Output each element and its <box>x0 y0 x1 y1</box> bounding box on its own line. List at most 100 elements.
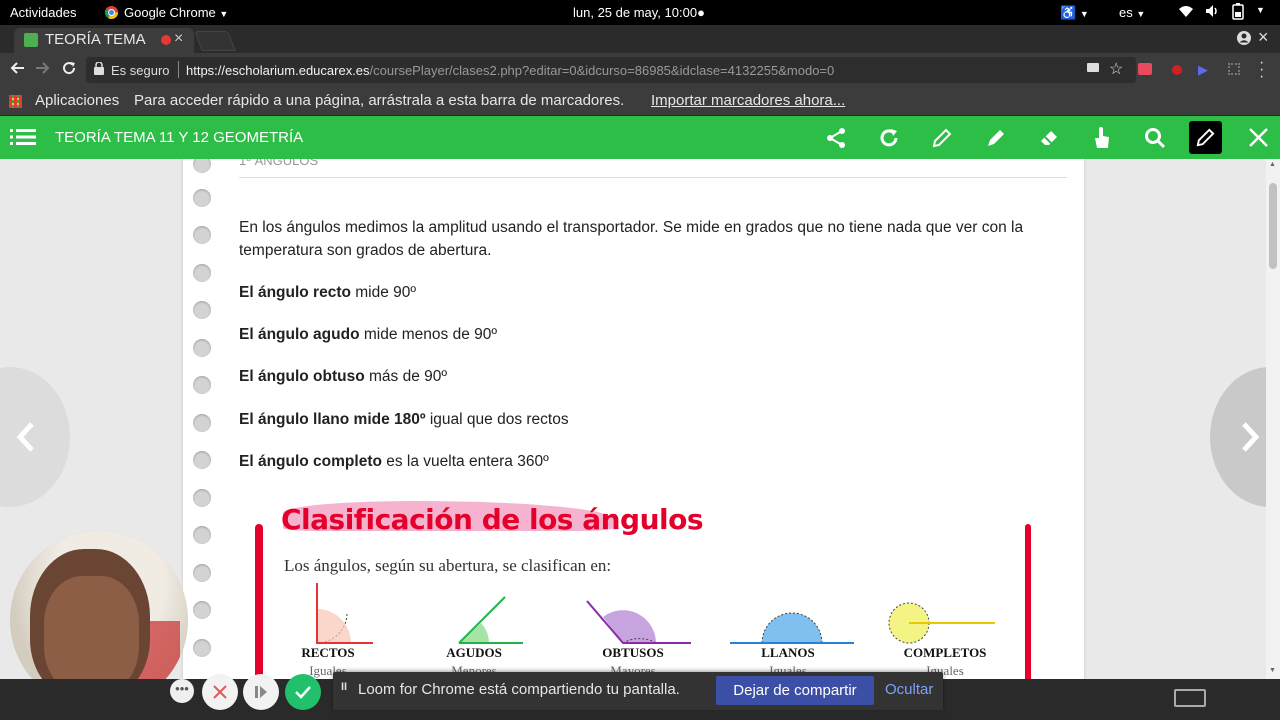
right-angle-drawing <box>316 583 373 644</box>
draw-mode-button[interactable] <box>1189 121 1222 154</box>
chrome-icon <box>104 5 119 23</box>
definition-term: El ángulo llano mide 180º <box>239 411 426 428</box>
apps-grid-icon <box>9 95 22 108</box>
tab-active[interactable]: TEORÍA TEMA × <box>14 28 194 53</box>
language-menu[interactable]: es ▼ <box>1119 5 1145 20</box>
chevron-right-icon <box>1242 422 1260 452</box>
definition-text: igual que dos rectos <box>425 411 569 428</box>
new-tab-button[interactable] <box>194 31 236 51</box>
definition-acute-angle: El ángulo agudo mide menos de 90º <box>239 323 497 346</box>
next-page-button[interactable] <box>1210 367 1266 507</box>
notebook-hole <box>193 451 211 469</box>
clock-text: lun, 25 de may, 10:00 <box>573 5 698 20</box>
camera-icon[interactable] <box>1087 63 1099 72</box>
eraser-icon[interactable] <box>1038 127 1060 154</box>
loom-extension-icon[interactable] <box>1138 63 1152 75</box>
url-path: /coursePlayer/clases2.php?editar=0&idcur… <box>369 63 835 78</box>
system-menu-chevron-icon[interactable]: ▼ <box>1256 5 1265 15</box>
definition-term: El ángulo obtuso <box>239 368 365 385</box>
bookmark-star-icon[interactable]: ☆ <box>1109 59 1123 79</box>
definition-obtuse-angle: El ángulo obtuso más de 90º <box>239 365 447 388</box>
vertical-scrollbar[interactable]: ▲ ▼ <box>1266 159 1280 679</box>
scroll-up-icon[interactable]: ▲ <box>1269 161 1276 168</box>
share-message: Loom for Chrome está compartiendo tu pan… <box>358 681 680 698</box>
cast-extension-icon[interactable]: ▶ <box>1198 62 1208 78</box>
window-close-icon[interactable]: × <box>1258 27 1269 48</box>
label-completos: COMPLETOS <box>903 645 987 660</box>
notebook-hole <box>193 489 211 507</box>
tab-title: TEORÍA TEMA <box>45 31 146 48</box>
import-bookmarks-link[interactable]: Importar marcadores ahora... <box>651 92 845 109</box>
scroll-down-icon[interactable]: ▼ <box>1269 667 1276 674</box>
definition-term: El ángulo agudo <box>239 326 360 343</box>
notebook-hole <box>193 159 211 173</box>
webcam-face <box>44 576 139 679</box>
record-extension-icon[interactable] <box>1172 65 1182 75</box>
lock-icon <box>94 61 104 78</box>
activities-button[interactable]: Actividades <box>10 5 76 20</box>
url-host: https://escholarium.educarex.es <box>186 63 370 78</box>
pause-recording-button[interactable] <box>243 674 279 710</box>
close-icon[interactable] <box>1248 127 1269 153</box>
chevron-left-icon <box>16 422 34 452</box>
marker-icon[interactable] <box>985 127 1007 154</box>
share-icon[interactable] <box>825 127 847 154</box>
back-icon[interactable] <box>9 60 25 81</box>
profile-icon[interactable] <box>1236 30 1252 51</box>
straight-angle-drawing <box>730 612 854 644</box>
app-header: TEORÍA TEMA 11 Y 12 GEOMETRÍA <box>0 116 1280 159</box>
definition-text: es la vuelta entera 360º <box>381 453 549 470</box>
left-red-border <box>255 524 263 679</box>
menu-list-icon[interactable] <box>10 128 36 151</box>
system-top-bar: Actividades Google Chrome ▼ lun, 25 de m… <box>0 0 1280 25</box>
grid-extension-icon[interactable] <box>1228 63 1240 75</box>
recording-dot-icon <box>161 35 171 45</box>
scrollbar-thumb[interactable] <box>1269 183 1277 269</box>
more-options-icon[interactable]: ••• <box>170 679 194 703</box>
forward-icon[interactable] <box>35 60 51 81</box>
notebook-hole <box>193 414 211 432</box>
workspace-switcher-icon[interactable] <box>1174 689 1206 707</box>
cancel-recording-button[interactable] <box>202 674 238 710</box>
previous-page-button[interactable] <box>0 367 70 507</box>
secure-label: Es seguro <box>111 63 170 78</box>
definition-full-angle: El ángulo completo es la vuelta entera 3… <box>239 450 549 473</box>
notebook-hole <box>193 601 211 619</box>
notebook-page: 1º ÁNGULOS En los ángulos medimos la amp… <box>183 159 1084 679</box>
refresh-icon[interactable] <box>878 127 900 154</box>
apps-link[interactable]: Aplicaciones <box>35 92 119 109</box>
wifi-icon[interactable] <box>1178 3 1194 22</box>
url-text: https://escholarium.educarex.es/coursePl… <box>186 63 834 78</box>
heading-divider <box>239 177 1067 178</box>
label-obtusos: OBTUSOS <box>602 645 664 660</box>
definition-text: más de 90º <box>364 368 448 385</box>
battery-icon[interactable] <box>1232 3 1244 23</box>
notebook-hole <box>193 189 211 207</box>
pen-icon <box>1196 128 1215 147</box>
bookmarks-bar: Aplicaciones Para acceder rápido a una p… <box>0 87 1280 116</box>
bookmarks-hint: Para acceder rápido a una página, arrást… <box>134 92 625 109</box>
address-bar[interactable]: Es seguro https://escholarium.educarex.e… <box>86 57 1136 83</box>
app-menu[interactable]: Google Chrome ▼ <box>124 5 228 20</box>
search-icon[interactable] <box>1144 127 1166 154</box>
figure-title: Clasificación de los ángulos <box>281 503 704 536</box>
clock[interactable]: lun, 25 de may, 10:00● <box>573 5 705 20</box>
accessibility-icon[interactable]: ♿ ▼ <box>1060 5 1089 21</box>
touch-icon[interactable] <box>1091 126 1113 155</box>
checkmark-icon <box>295 686 311 699</box>
webcam-bubble[interactable] <box>10 531 188 679</box>
section-heading: 1º ÁNGULOS <box>239 159 319 168</box>
pencil-icon[interactable] <box>931 127 953 154</box>
reload-icon[interactable] <box>61 60 77 81</box>
hide-button[interactable]: Ocultar <box>885 681 933 698</box>
tab-close-icon[interactable]: × <box>174 30 183 48</box>
notebook-hole <box>193 564 211 582</box>
screen-share-notification: II Loom for Chrome está compartiendo tu … <box>333 672 943 710</box>
definition-right-angle: El ángulo recto mide 90º <box>239 281 416 304</box>
right-red-border <box>1025 524 1031 679</box>
stop-sharing-button[interactable]: Dejar de compartir <box>716 676 874 705</box>
menu-kebab-icon[interactable]: · · · <box>1259 55 1264 85</box>
volume-icon[interactable] <box>1204 3 1220 22</box>
finish-recording-button[interactable] <box>285 674 321 710</box>
full-angle-drawing <box>888 602 995 644</box>
